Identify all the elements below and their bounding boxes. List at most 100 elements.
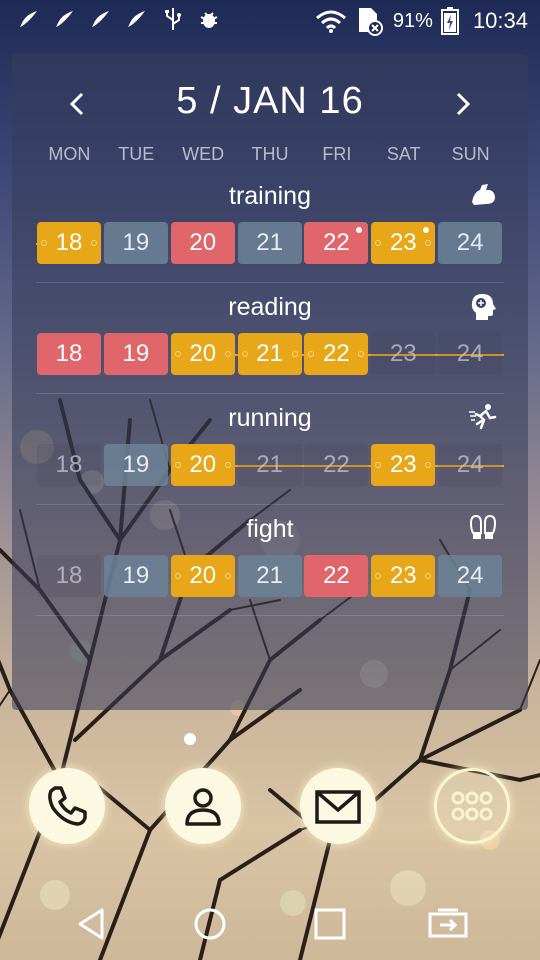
- notification-icons: [16, 6, 222, 32]
- usb-icon: [160, 6, 186, 32]
- day-number: 23: [389, 562, 417, 589]
- page-indicator: [184, 733, 196, 745]
- habit-widget: 5 / JAN 16 MON TUE WED THU FRI SAT SUN t…: [12, 54, 528, 710]
- streak-knob: [425, 240, 432, 246]
- streak-knob: [174, 462, 181, 468]
- day-cell-19[interactable]: 19: [103, 222, 168, 264]
- day-cell-20[interactable]: 20: [170, 555, 235, 597]
- day-number: 24: [456, 451, 484, 478]
- streak-knob: [224, 462, 231, 468]
- clock: 10:34: [472, 8, 528, 33]
- day-cell-23[interactable]: 23: [371, 555, 436, 597]
- habit-name: fight: [246, 515, 294, 543]
- phone-button[interactable]: [29, 768, 105, 844]
- battery-charging-icon: [440, 7, 459, 35]
- mail-button[interactable]: [300, 768, 376, 844]
- recents-button[interactable]: [308, 902, 352, 946]
- day-number: 20: [189, 451, 217, 478]
- weekday-header: MON TUE WED THU FRI SAT SUN: [36, 144, 504, 165]
- status-bar: 91% 10:34: [0, 0, 540, 40]
- habit-name: reading: [228, 293, 312, 321]
- day-number: 22: [323, 562, 350, 589]
- app-drawer-icon: [451, 791, 493, 821]
- habit-training: training 18 19 20 21 22 23 24: [36, 172, 504, 283]
- day-number: 24: [456, 562, 484, 589]
- day-cell-20[interactable]: 20: [170, 444, 235, 486]
- habit-running: running 18 19 20 21 22 23 24: [36, 394, 504, 505]
- runner-icon: [468, 402, 498, 432]
- leaf-icon: [16, 6, 42, 32]
- weekday-label: SAT: [386, 144, 421, 164]
- next-week-button[interactable]: [442, 84, 482, 124]
- page-dot-active: [184, 733, 196, 745]
- day-cell-24[interactable]: 24: [438, 333, 503, 375]
- day-number: 19: [122, 340, 150, 367]
- day-number: 19: [122, 451, 150, 478]
- day-cell-20[interactable]: 20: [170, 333, 235, 375]
- day-cell-18[interactable]: 18: [37, 555, 101, 597]
- back-button[interactable]: [70, 902, 114, 946]
- day-number: 18: [55, 562, 83, 589]
- note-dot: [423, 227, 430, 233]
- day-number: 21: [256, 451, 283, 478]
- streak-knob: [425, 573, 432, 579]
- day-cell-19[interactable]: 19: [103, 555, 168, 597]
- weekday-label: THU: [251, 144, 289, 164]
- battery-percent: 91%: [392, 9, 433, 32]
- navigation-bar: [0, 892, 540, 954]
- day-cell-23[interactable]: 23: [371, 333, 436, 375]
- weekday-label: TUE: [118, 144, 155, 164]
- phone-icon: [48, 786, 87, 826]
- day-number: 20: [189, 340, 217, 367]
- streak-knob: [375, 240, 382, 246]
- contacts-button[interactable]: [165, 768, 241, 844]
- day-cell-24[interactable]: 24: [438, 222, 503, 264]
- day-cell-22[interactable]: 22: [304, 333, 369, 375]
- weekday-label: SUN: [451, 144, 490, 164]
- habit-day-row: 18 19 20 21 22 23 24: [36, 222, 504, 266]
- day-cell-21[interactable]: 21: [237, 222, 302, 264]
- habit-name: running: [228, 404, 312, 432]
- day-number: 21: [256, 340, 283, 367]
- day-cell-21[interactable]: 21: [237, 555, 302, 597]
- leaf-icon: [124, 6, 150, 32]
- screen-mirror-icon: [428, 908, 468, 938]
- streak-knob: [358, 351, 365, 357]
- streak-knob: [174, 351, 181, 357]
- app-drawer-button[interactable]: [434, 768, 510, 844]
- boxing-gloves-icon: [468, 513, 498, 543]
- day-cell-19[interactable]: 19: [103, 333, 168, 375]
- day-number: 20: [189, 562, 217, 589]
- screen-mirror-button[interactable]: [426, 902, 470, 946]
- streak-knob: [41, 240, 47, 246]
- day-cell-22[interactable]: 22: [304, 222, 369, 264]
- day-cell-23[interactable]: 23: [371, 444, 436, 486]
- week-navigation: 5 / JAN 16: [12, 76, 528, 126]
- day-cell-21[interactable]: 21: [237, 333, 302, 375]
- streak-knob: [224, 573, 231, 579]
- day-cell-24[interactable]: 24: [438, 555, 503, 597]
- leaf-icon: [52, 6, 78, 32]
- recents-icon: [314, 908, 346, 940]
- day-cell-18[interactable]: 18: [37, 222, 101, 264]
- day-cell-24[interactable]: 24: [438, 444, 503, 486]
- streak-knob: [375, 462, 382, 468]
- streak-knob: [224, 351, 231, 357]
- day-cell-22[interactable]: 22: [304, 555, 369, 597]
- day-cell-18[interactable]: 18: [37, 333, 101, 375]
- leaf-icon: [88, 6, 114, 32]
- day-cell-22[interactable]: 22: [304, 444, 369, 486]
- divider: [36, 615, 504, 616]
- day-number: 23: [389, 229, 417, 256]
- day-number: 19: [122, 229, 150, 256]
- day-cell-21[interactable]: 21: [237, 444, 302, 486]
- home-button[interactable]: [188, 902, 232, 946]
- habit-name: training: [229, 182, 311, 210]
- day-number: 23: [389, 451, 417, 478]
- day-cell-20[interactable]: 20: [170, 222, 235, 264]
- day-number: 19: [122, 562, 150, 589]
- streak-knob: [291, 351, 298, 357]
- day-cell-23[interactable]: 23: [371, 222, 436, 264]
- day-cell-19[interactable]: 19: [103, 444, 168, 486]
- day-cell-18[interactable]: 18: [37, 444, 101, 486]
